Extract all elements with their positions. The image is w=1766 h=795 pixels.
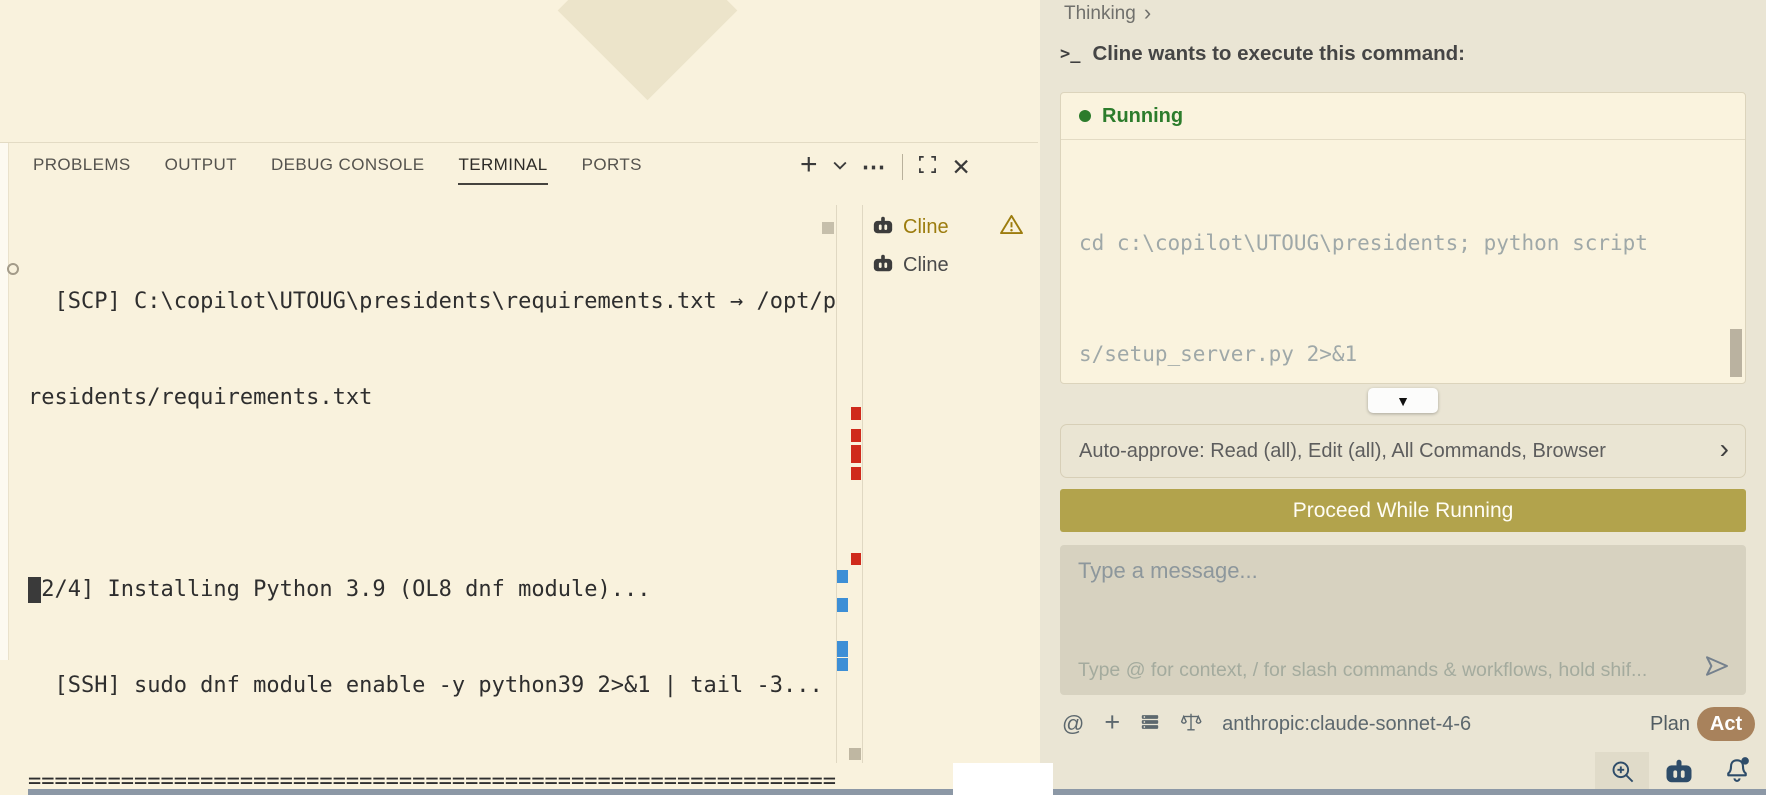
terminal-line: [2/4] Installing Python 3.9 (OL8 dnf mod… (28, 574, 836, 606)
diamond-decoration (558, 0, 738, 100)
command-line: s/setup_server.py 2>&1 (1079, 336, 1727, 373)
auto-approve-label: Auto-approve: Read (all), Edit (all), Al… (1061, 440, 1720, 463)
plan-mode-toggle[interactable]: Plan (1650, 713, 1690, 736)
close-panel-icon[interactable]: ✕ (952, 154, 971, 181)
tab-terminal[interactable]: TERMINAL (458, 155, 547, 185)
tab-output[interactable]: OUTPUT (165, 155, 237, 185)
terminal-cursor (28, 577, 41, 603)
maximize-panel-icon[interactable] (918, 155, 937, 179)
thinking-toggle[interactable]: Thinking › (1064, 3, 1151, 25)
mcp-servers-icon[interactable] (1140, 712, 1160, 737)
cline-account-robot-icon[interactable] (1664, 756, 1694, 791)
command-line: cd c:\copilot\UTOUG\presidents; python s… (1079, 225, 1727, 262)
command-execution-box[interactable]: Running cd c:\copilot\UTOUG\presidents; … (1060, 92, 1746, 384)
status-bar-strip (28, 789, 1766, 795)
command-status-header[interactable]: Running (1061, 93, 1745, 140)
send-icon[interactable] (1702, 651, 1732, 686)
auto-approve-bar[interactable]: Auto-approve: Read (all), Edit (all), Al… (1060, 424, 1746, 478)
more-actions-icon[interactable]: ⋯ (862, 153, 887, 182)
notifications-bell-icon[interactable] (1722, 754, 1752, 789)
proceed-label: Proceed While Running (1293, 499, 1514, 523)
message-input[interactable]: Type a message... Type @ for context, / … (1060, 545, 1746, 695)
warning-icon (1000, 214, 1023, 240)
rules-scales-icon[interactable] (1180, 711, 1202, 738)
panel-tab-bar: PROBLEMS OUTPUT DEBUG CONSOLE TERMINAL P… (33, 155, 642, 185)
error-mark (851, 553, 861, 565)
terminal-session-label: Cline (903, 254, 949, 277)
running-status-label: Running (1102, 105, 1183, 128)
proceed-while-running-button[interactable]: Proceed While Running (1060, 489, 1746, 532)
scroll-to-bottom-button[interactable]: ▼ (1368, 388, 1438, 413)
terminal-scrollbar-thumb[interactable] (849, 748, 861, 760)
cline-robot-icon (872, 214, 894, 241)
triangle-down-icon: ▼ (1396, 393, 1410, 409)
terminal-gutter-line (862, 205, 863, 763)
error-mark (851, 445, 861, 463)
terminal-session-cline[interactable]: Cline (872, 246, 1038, 284)
error-mark (851, 467, 861, 480)
mention-context-button[interactable]: @ (1062, 711, 1084, 737)
command-ask-title: Cline wants to execute this command: (1092, 42, 1465, 66)
terminal-line: [SSH] sudo dnf module enable -y python39… (28, 670, 836, 702)
wrapped-line-indicator (7, 263, 19, 275)
info-mark (837, 641, 848, 657)
toolbar-divider (902, 154, 903, 180)
terminal-profile-chevron-down-icon[interactable] (833, 158, 847, 176)
terminal-gutter-line (836, 205, 837, 763)
terminal-line: [SCP] C:\copilot\UTOUG\presidents\requir… (28, 286, 836, 318)
model-selector[interactable]: anthropic:claude-sonnet-4-6 (1222, 713, 1471, 736)
terminal-output[interactable]: [SCP] C:\copilot\UTOUG\presidents\requir… (28, 222, 836, 795)
message-placeholder: Type a message... (1078, 558, 1258, 584)
cline-panel: Thinking › >_ Cline wants to execute thi… (1040, 0, 1766, 795)
terminal-scrollbar-thumb[interactable] (822, 222, 834, 234)
composer-toolbar: @ + (1062, 706, 1471, 742)
error-mark (851, 407, 861, 420)
terminal-actions: + ⋯ ✕ (800, 147, 971, 187)
message-hint: Type @ for context, / for slash commands… (1078, 659, 1676, 682)
cline-robot-icon (872, 252, 894, 279)
chevron-right-icon: › (1720, 435, 1745, 463)
vscode-window: PROBLEMS OUTPUT DEBUG CONSOLE TERMINAL P… (0, 0, 1766, 795)
command-ask-header: >_ Cline wants to execute this command: (1060, 42, 1465, 66)
command-scrollbar-thumb[interactable] (1730, 329, 1742, 377)
info-mark (837, 658, 848, 671)
editor-area (0, 0, 1038, 143)
new-terminal-button[interactable]: + (800, 150, 818, 180)
terminal-prompt-icon: >_ (1060, 44, 1080, 64)
terminal-session-cline[interactable]: Cline (872, 208, 1038, 246)
chevron-right-icon: › (1144, 2, 1151, 24)
act-mode-toggle[interactable]: Act (1697, 707, 1755, 741)
terminal-panel: PROBLEMS OUTPUT DEBUG CONSOLE TERMINAL P… (0, 143, 1038, 795)
zoom-in-button[interactable] (1595, 752, 1649, 790)
panel-corner-gap (953, 763, 1053, 795)
tab-problems[interactable]: PROBLEMS (33, 155, 131, 185)
running-status-dot (1079, 110, 1091, 122)
tab-debug-console[interactable]: DEBUG CONSOLE (271, 155, 425, 185)
terminal-line (28, 478, 836, 510)
error-mark (851, 429, 861, 442)
thinking-label: Thinking (1064, 3, 1136, 25)
terminal-session-list: Cline C (872, 208, 1038, 284)
terminal-session-label: Cline (903, 216, 949, 239)
terminal-line: residents/requirements.txt (28, 382, 836, 414)
info-mark (837, 598, 848, 612)
tab-ports[interactable]: PORTS (582, 155, 642, 185)
info-mark (837, 570, 848, 583)
command-text: cd c:\copilot\UTOUG\presidents; python s… (1061, 140, 1745, 384)
add-attachment-button[interactable]: + (1104, 707, 1120, 738)
